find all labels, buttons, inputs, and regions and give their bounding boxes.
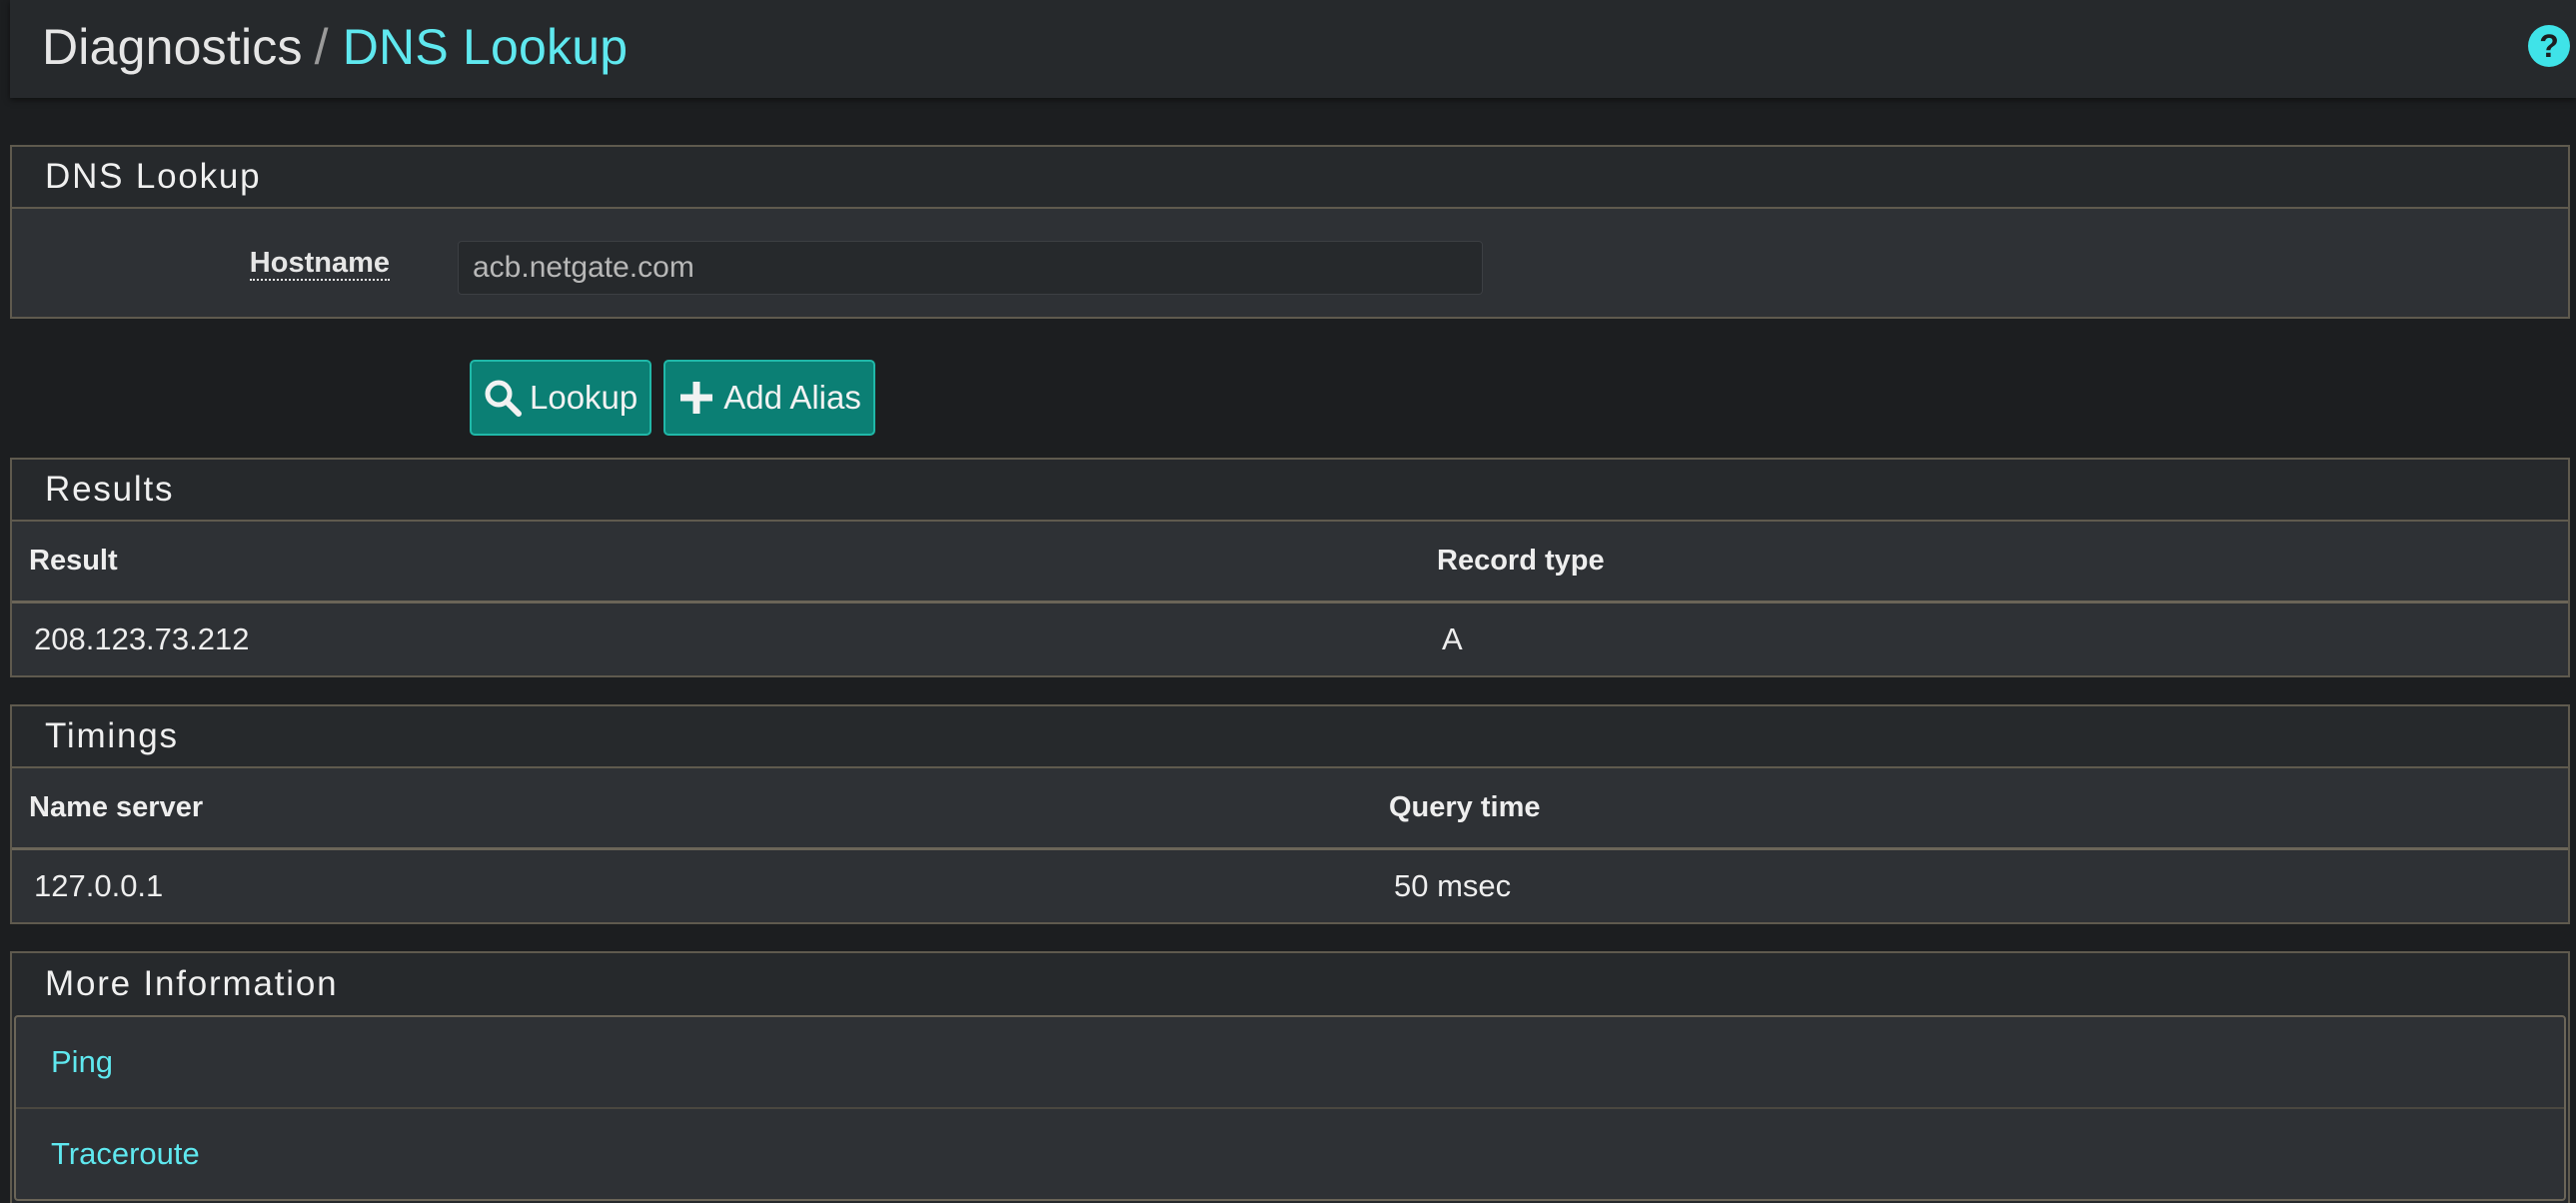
breadcrumb-diagnostics[interactable]: Diagnostics: [42, 18, 303, 76]
table-row: 127.0.0.1 50 msec: [12, 850, 2568, 922]
timings-table-header: Name server Query time: [12, 768, 2568, 850]
add-alias-button[interactable]: Add Alias: [663, 360, 875, 436]
page-header: Diagnostics / DNS Lookup ?: [10, 0, 2576, 98]
more-information-panel-title: More Information: [12, 953, 2568, 1015]
help-icon[interactable]: ?: [2528, 25, 2570, 67]
column-header-name-server: Name server: [29, 791, 204, 823]
lookup-button-label: Lookup: [530, 379, 639, 416]
lookup-button[interactable]: Lookup: [470, 360, 652, 436]
breadcrumb: Diagnostics / DNS Lookup: [42, 0, 628, 94]
breadcrumb-separator: /: [314, 19, 329, 75]
results-table-header: Result Record type: [12, 522, 2568, 603]
hostname-row: Hostname: [12, 209, 2568, 317]
result-value: 208.123.73.212: [34, 621, 250, 656]
name-server-value: 127.0.0.1: [34, 868, 164, 903]
more-information-links: Ping Traceroute: [14, 1015, 2566, 1201]
ping-link[interactable]: Ping: [16, 1017, 2564, 1107]
action-buttons: Lookup Add Alias: [470, 360, 875, 436]
results-panel-title: Results: [12, 460, 2568, 522]
column-header-result: Result: [29, 545, 118, 577]
table-row: 208.123.73.212 A: [12, 603, 2568, 675]
timings-panel-title: Timings: [12, 706, 2568, 768]
breadcrumb-dns-lookup[interactable]: DNS Lookup: [343, 18, 629, 76]
hostname-input[interactable]: [458, 241, 1483, 295]
column-header-record-type: Record type: [1437, 545, 1605, 577]
record-type-value: A: [1442, 621, 1463, 656]
dns-lookup-panel-title: DNS Lookup: [12, 147, 2568, 209]
dns-lookup-panel: DNS Lookup Hostname: [10, 145, 2570, 319]
more-information-panel: More Information Ping Traceroute: [10, 951, 2570, 1203]
timings-panel: Timings Name server Query time 127.0.0.1…: [10, 704, 2570, 924]
plus-icon: [680, 382, 713, 414]
results-panel: Results Result Record type 208.123.73.21…: [10, 458, 2570, 677]
search-icon: [485, 380, 522, 417]
traceroute-link[interactable]: Traceroute: [16, 1107, 2564, 1199]
query-time-value: 50 msec: [1394, 868, 1512, 903]
add-alias-button-label: Add Alias: [723, 379, 861, 416]
column-header-query-time: Query time: [1389, 791, 1541, 823]
hostname-label: Hostname: [249, 247, 390, 281]
